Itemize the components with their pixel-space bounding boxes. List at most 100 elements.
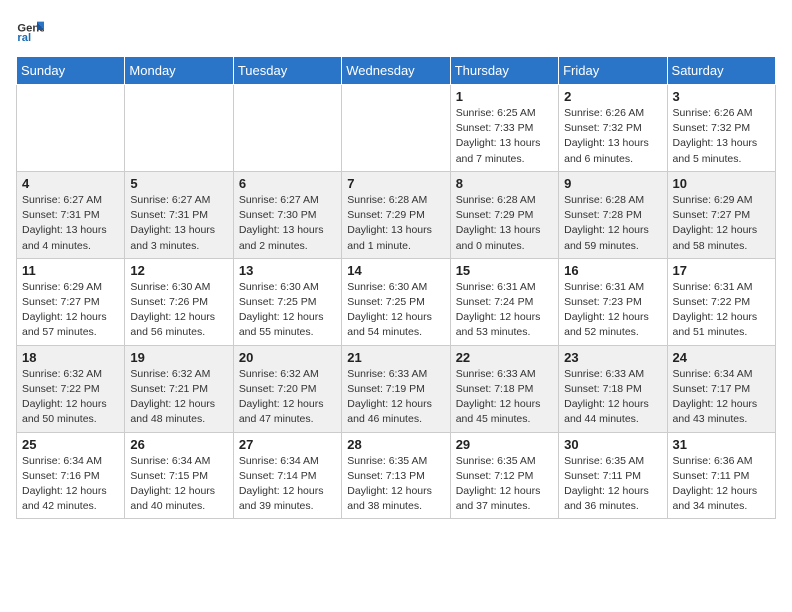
day-number: 2 [564, 89, 661, 104]
day-info: Sunrise: 6:29 AMSunset: 7:27 PMDaylight:… [22, 280, 119, 341]
day-info: Sunrise: 6:25 AMSunset: 7:33 PMDaylight:… [456, 106, 553, 167]
day-info: Sunrise: 6:33 AMSunset: 7:18 PMDaylight:… [564, 367, 661, 428]
calendar-cell: 18 Sunrise: 6:32 AMSunset: 7:22 PMDayligh… [17, 345, 125, 432]
day-number: 9 [564, 176, 661, 191]
calendar-cell: 23 Sunrise: 6:33 AMSunset: 7:18 PMDayligh… [559, 345, 667, 432]
day-number: 21 [347, 350, 444, 365]
calendar-cell: 28Sunrise: 6:35 AMSunset: 7:13 PMDayligh… [342, 432, 450, 519]
day-number: 12 [130, 263, 227, 278]
column-header-tuesday: Tuesday [233, 57, 341, 85]
column-header-thursday: Thursday [450, 57, 558, 85]
day-info: Sunrise: 6:31 AMSunset: 7:24 PMDaylight:… [456, 280, 553, 341]
calendar-cell: 9 Sunrise: 6:28 AMSunset: 7:28 PMDaylight… [559, 171, 667, 258]
day-number: 10 [673, 176, 770, 191]
day-number: 4 [22, 176, 119, 191]
calendar-cell: 26Sunrise: 6:34 AMSunset: 7:15 PMDayligh… [125, 432, 233, 519]
calendar-cell: 24Sunrise: 6:34 AMSunset: 7:17 PMDayligh… [667, 345, 775, 432]
day-number: 20 [239, 350, 336, 365]
day-info: Sunrise: 6:27 AMSunset: 7:31 PMDaylight:… [130, 193, 227, 254]
day-info: Sunrise: 6:33 AMSunset: 7:19 PMDaylight:… [347, 367, 444, 428]
calendar-cell: 19 Sunrise: 6:32 AMSunset: 7:21 PMDayligh… [125, 345, 233, 432]
calendar-cell: 11 Sunrise: 6:29 AMSunset: 7:27 PMDayligh… [17, 258, 125, 345]
calendar-cell: 7Sunrise: 6:28 AMSunset: 7:29 PMDaylight… [342, 171, 450, 258]
calendar-cell: 20 Sunrise: 6:32 AMSunset: 7:20 PMDayligh… [233, 345, 341, 432]
calendar-cell: 30 Sunrise: 6:35 AMSunset: 7:11 PMDayligh… [559, 432, 667, 519]
column-header-friday: Friday [559, 57, 667, 85]
day-info: Sunrise: 6:32 AMSunset: 7:21 PMDaylight:… [130, 367, 227, 428]
day-info: Sunrise: 6:31 AMSunset: 7:23 PMDaylight:… [564, 280, 661, 341]
day-number: 11 [22, 263, 119, 278]
svg-text:ral: ral [17, 32, 31, 44]
day-info: Sunrise: 6:28 AMSunset: 7:29 PMDaylight:… [347, 193, 444, 254]
calendar-cell [17, 85, 125, 172]
day-number: 28 [347, 437, 444, 452]
day-info: Sunrise: 6:28 AMSunset: 7:28 PMDaylight:… [564, 193, 661, 254]
calendar-week-row: 11 Sunrise: 6:29 AMSunset: 7:27 PMDayligh… [17, 258, 776, 345]
day-number: 23 [564, 350, 661, 365]
calendar-cell: 6 Sunrise: 6:27 AMSunset: 7:30 PMDaylight… [233, 171, 341, 258]
calendar-cell: 27 Sunrise: 6:34 AMSunset: 7:14 PMDayligh… [233, 432, 341, 519]
day-info: Sunrise: 6:36 AMSunset: 7:11 PMDaylight:… [673, 454, 770, 515]
day-number: 13 [239, 263, 336, 278]
calendar-week-row: 4 Sunrise: 6:27 AMSunset: 7:31 PMDaylight… [17, 171, 776, 258]
day-info: Sunrise: 6:29 AMSunset: 7:27 PMDaylight:… [673, 193, 770, 254]
calendar-cell: 1 Sunrise: 6:25 AMSunset: 7:33 PMDaylight… [450, 85, 558, 172]
day-number: 15 [456, 263, 553, 278]
calendar-cell: 2 Sunrise: 6:26 AMSunset: 7:32 PMDaylight… [559, 85, 667, 172]
day-info: Sunrise: 6:34 AMSunset: 7:16 PMDaylight:… [22, 454, 119, 515]
calendar-cell: 16 Sunrise: 6:31 AMSunset: 7:23 PMDayligh… [559, 258, 667, 345]
calendar-cell: 22 Sunrise: 6:33 AMSunset: 7:18 PMDayligh… [450, 345, 558, 432]
day-info: Sunrise: 6:35 AMSunset: 7:12 PMDaylight:… [456, 454, 553, 515]
day-number: 1 [456, 89, 553, 104]
calendar-cell: 17 Sunrise: 6:31 AMSunset: 7:22 PMDayligh… [667, 258, 775, 345]
day-info: Sunrise: 6:26 AMSunset: 7:32 PMDaylight:… [564, 106, 661, 167]
day-info: Sunrise: 6:31 AMSunset: 7:22 PMDaylight:… [673, 280, 770, 341]
calendar-table: SundayMondayTuesdayWednesdayThursdayFrid… [16, 56, 776, 519]
day-number: 22 [456, 350, 553, 365]
day-number: 29 [456, 437, 553, 452]
day-number: 31 [673, 437, 770, 452]
calendar-cell: 4Sunrise: 6:27 AMSunset: 7:31 PMDaylight… [17, 171, 125, 258]
day-number: 27 [239, 437, 336, 452]
day-info: Sunrise: 6:32 AMSunset: 7:22 PMDaylight:… [22, 367, 119, 428]
column-header-sunday: Sunday [17, 57, 125, 85]
logo: Gene ral [16, 16, 48, 44]
day-info: Sunrise: 6:30 AMSunset: 7:26 PMDaylight:… [130, 280, 227, 341]
day-info: Sunrise: 6:34 AMSunset: 7:14 PMDaylight:… [239, 454, 336, 515]
page-header: Gene ral [16, 16, 776, 44]
day-info: Sunrise: 6:33 AMSunset: 7:18 PMDaylight:… [456, 367, 553, 428]
day-number: 25 [22, 437, 119, 452]
day-number: 30 [564, 437, 661, 452]
day-number: 5 [130, 176, 227, 191]
day-info: Sunrise: 6:27 AMSunset: 7:30 PMDaylight:… [239, 193, 336, 254]
calendar-cell: 31 Sunrise: 6:36 AMSunset: 7:11 PMDayligh… [667, 432, 775, 519]
day-number: 16 [564, 263, 661, 278]
day-info: Sunrise: 6:32 AMSunset: 7:20 PMDaylight:… [239, 367, 336, 428]
calendar-header-row: SundayMondayTuesdayWednesdayThursdayFrid… [17, 57, 776, 85]
calendar-cell: 13 Sunrise: 6:30 AMSunset: 7:25 PMDayligh… [233, 258, 341, 345]
logo-icon: Gene ral [16, 16, 44, 44]
day-info: Sunrise: 6:28 AMSunset: 7:29 PMDaylight:… [456, 193, 553, 254]
day-info: Sunrise: 6:26 AMSunset: 7:32 PMDaylight:… [673, 106, 770, 167]
day-number: 17 [673, 263, 770, 278]
calendar-week-row: 18 Sunrise: 6:32 AMSunset: 7:22 PMDayligh… [17, 345, 776, 432]
column-header-wednesday: Wednesday [342, 57, 450, 85]
day-number: 19 [130, 350, 227, 365]
calendar-cell: 29 Sunrise: 6:35 AMSunset: 7:12 PMDayligh… [450, 432, 558, 519]
calendar-cell [233, 85, 341, 172]
calendar-week-row: 25 Sunrise: 6:34 AMSunset: 7:16 PMDayligh… [17, 432, 776, 519]
day-number: 18 [22, 350, 119, 365]
calendar-cell: 21 Sunrise: 6:33 AMSunset: 7:19 PMDayligh… [342, 345, 450, 432]
day-number: 8 [456, 176, 553, 191]
day-info: Sunrise: 6:30 AMSunset: 7:25 PMDaylight:… [239, 280, 336, 341]
day-info: Sunrise: 6:35 AMSunset: 7:11 PMDaylight:… [564, 454, 661, 515]
day-info: Sunrise: 6:30 AMSunset: 7:25 PMDaylight:… [347, 280, 444, 341]
day-number: 6 [239, 176, 336, 191]
calendar-week-row: 1 Sunrise: 6:25 AMSunset: 7:33 PMDaylight… [17, 85, 776, 172]
calendar-cell: 14Sunrise: 6:30 AMSunset: 7:25 PMDayligh… [342, 258, 450, 345]
calendar-cell: 15 Sunrise: 6:31 AMSunset: 7:24 PMDayligh… [450, 258, 558, 345]
day-number: 3 [673, 89, 770, 104]
column-header-monday: Monday [125, 57, 233, 85]
calendar-cell: 3 Sunrise: 6:26 AMSunset: 7:32 PMDaylight… [667, 85, 775, 172]
day-number: 26 [130, 437, 227, 452]
